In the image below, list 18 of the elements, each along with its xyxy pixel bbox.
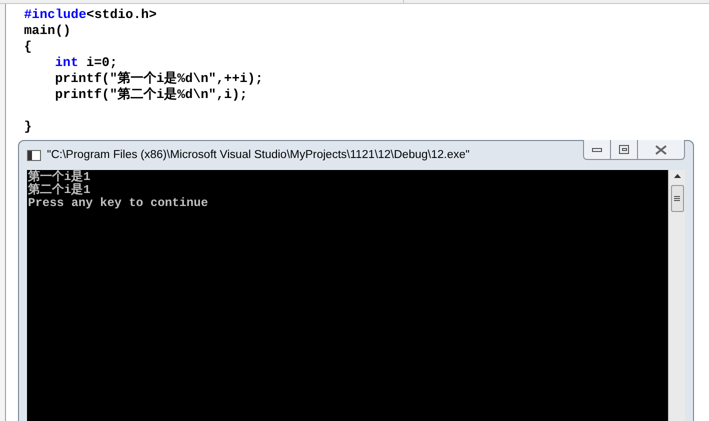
close-icon (655, 144, 667, 154)
code-text: main() (24, 23, 71, 39)
code-keyword: int (55, 55, 78, 71)
code-text: i=0; (85, 55, 118, 71)
window-title: "C:\Program Files (x86)\Microsoft Visual Studio\MyProjects\1121\12\Debug\12.exe" (47, 148, 470, 163)
scrollbar[interactable] (668, 170, 685, 421)
code-text: printf("第一个i是%d\n",++i); (55, 71, 264, 87)
console-line: Press any key to continue (28, 197, 210, 210)
scroll-up-icon (674, 174, 680, 178)
code-text: } (24, 119, 32, 135)
scroll-thumb[interactable] (670, 185, 684, 212)
code-text: { (24, 39, 32, 55)
code-text: printf("第二个i是%d\n",i); (55, 87, 248, 103)
console-line: 第二个i是1 (28, 184, 92, 197)
console-line: 第一个i是1 (28, 171, 92, 184)
console-icon (27, 150, 41, 161)
code-text: <stdio.h> (86, 7, 157, 23)
code-keyword: #include (24, 7, 86, 23)
